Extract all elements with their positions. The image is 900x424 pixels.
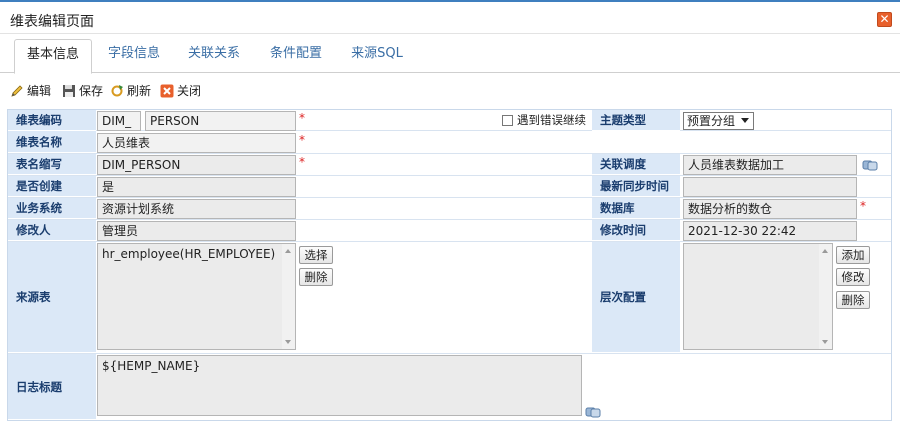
schedule-label: 关联调度 xyxy=(592,154,680,175)
last-sync-field[interactable] xyxy=(683,177,857,197)
tab-field-info[interactable]: 字段信息 xyxy=(100,39,168,73)
created-label: 是否创建 xyxy=(8,176,96,197)
tab-conditions[interactable]: 条件配置 xyxy=(262,39,330,73)
tab-source-sql[interactable]: 来源SQL xyxy=(342,39,412,73)
skip-error-checkbox[interactable] xyxy=(502,115,513,126)
refresh-button[interactable]: 刷新 xyxy=(110,80,151,102)
subject-type-select[interactable]: 预置分组 xyxy=(683,112,754,130)
code-label: 维表编码 xyxy=(8,110,96,131)
level-listbox[interactable] xyxy=(683,243,833,350)
modified-time-field[interactable]: 2021-12-30 22:42 xyxy=(683,221,857,241)
edit-button[interactable]: 编辑 xyxy=(10,80,51,102)
required-mark: * xyxy=(299,111,305,125)
biz-system-field[interactable]: 资源计划系统 xyxy=(97,199,296,219)
required-mark: * xyxy=(860,199,866,213)
biz-system-label: 业务系统 xyxy=(8,198,96,219)
title-bar: 维表编辑页面 ✕ xyxy=(0,4,900,34)
link-icon[interactable] xyxy=(862,158,878,172)
level-delete-button[interactable]: 删除 xyxy=(836,291,870,309)
save-button[interactable]: 保存 xyxy=(62,80,103,102)
source-select-button[interactable]: 选择 xyxy=(299,246,333,264)
abbr-label: 表名缩写 xyxy=(8,154,96,175)
source-label: 来源表 xyxy=(8,242,96,353)
close-button[interactable]: 关闭 xyxy=(160,80,201,102)
link-icon[interactable] xyxy=(585,405,601,419)
chevron-down-icon xyxy=(741,118,749,123)
tab-bar: 基本信息 字段信息 关联关系 条件配置 来源SQL xyxy=(0,39,900,74)
subject-type-value: 预置分组 xyxy=(687,114,736,128)
log-title-textarea[interactable]: ${HEMP_NAME} xyxy=(97,355,582,416)
level-edit-button[interactable]: 修改 xyxy=(836,268,870,286)
source-delete-button[interactable]: 删除 xyxy=(299,268,333,286)
code-prefix-field[interactable]: DIM_ xyxy=(97,111,141,131)
modified-time-label: 修改时间 xyxy=(592,220,680,241)
source-listbox[interactable]: hr_employee(HR_EMPLOYEE) xyxy=(97,243,296,350)
level-add-button[interactable]: 添加 xyxy=(836,246,870,264)
dialog-title: 维表编辑页面 xyxy=(10,14,94,30)
created-field[interactable]: 是 xyxy=(97,177,296,197)
database-label: 数据库 xyxy=(592,198,680,219)
code-field[interactable]: PERSON xyxy=(145,111,296,131)
save-label: 保存 xyxy=(79,84,104,98)
required-mark: * xyxy=(299,155,305,169)
database-field[interactable]: 数据分析的数仓 xyxy=(683,199,857,219)
basic-info-form: 维表编码 DIM_ PERSON * 遇到错误继续 主题类型 预置分组 维表名称… xyxy=(7,109,892,421)
pencil-icon xyxy=(11,85,23,97)
name-field[interactable]: 人员维表 xyxy=(97,133,296,153)
close-icon[interactable]: ✕ xyxy=(877,12,892,27)
tab-basic-info[interactable]: 基本信息 xyxy=(14,39,92,74)
modifier-field[interactable]: 管理员 xyxy=(97,221,296,241)
refresh-icon xyxy=(111,85,123,97)
name-label: 维表名称 xyxy=(8,131,96,153)
schedule-field[interactable]: 人员维表数据加工 xyxy=(683,155,857,175)
subject-type-label: 主题类型 xyxy=(592,110,680,131)
level-label: 层次配置 xyxy=(592,242,680,353)
skip-error-label: 遇到错误继续 xyxy=(517,113,586,127)
log-title-label: 日志标题 xyxy=(8,354,96,420)
required-mark: * xyxy=(299,133,305,147)
close-x-icon xyxy=(160,84,174,98)
close-label: 关闭 xyxy=(177,84,202,98)
refresh-label: 刷新 xyxy=(127,84,152,98)
source-item[interactable]: hr_employee(HR_EMPLOYEE) xyxy=(102,247,275,261)
last-sync-label: 最新同步时间 xyxy=(592,176,680,197)
modifier-label: 修改人 xyxy=(8,220,96,241)
abbr-field[interactable]: DIM_PERSON xyxy=(97,155,296,175)
edit-dialog: 维表编辑页面 ✕ 基本信息 字段信息 关联关系 条件配置 来源SQL 编辑 保存… xyxy=(0,0,900,424)
floppy-icon xyxy=(63,85,75,97)
tab-relations[interactable]: 关联关系 xyxy=(180,39,248,73)
toolbar: 编辑 保存 刷新 关闭 xyxy=(0,80,900,102)
source-scrollbar[interactable] xyxy=(282,244,295,349)
level-scrollbar[interactable] xyxy=(819,244,832,349)
edit-label: 编辑 xyxy=(27,84,52,98)
